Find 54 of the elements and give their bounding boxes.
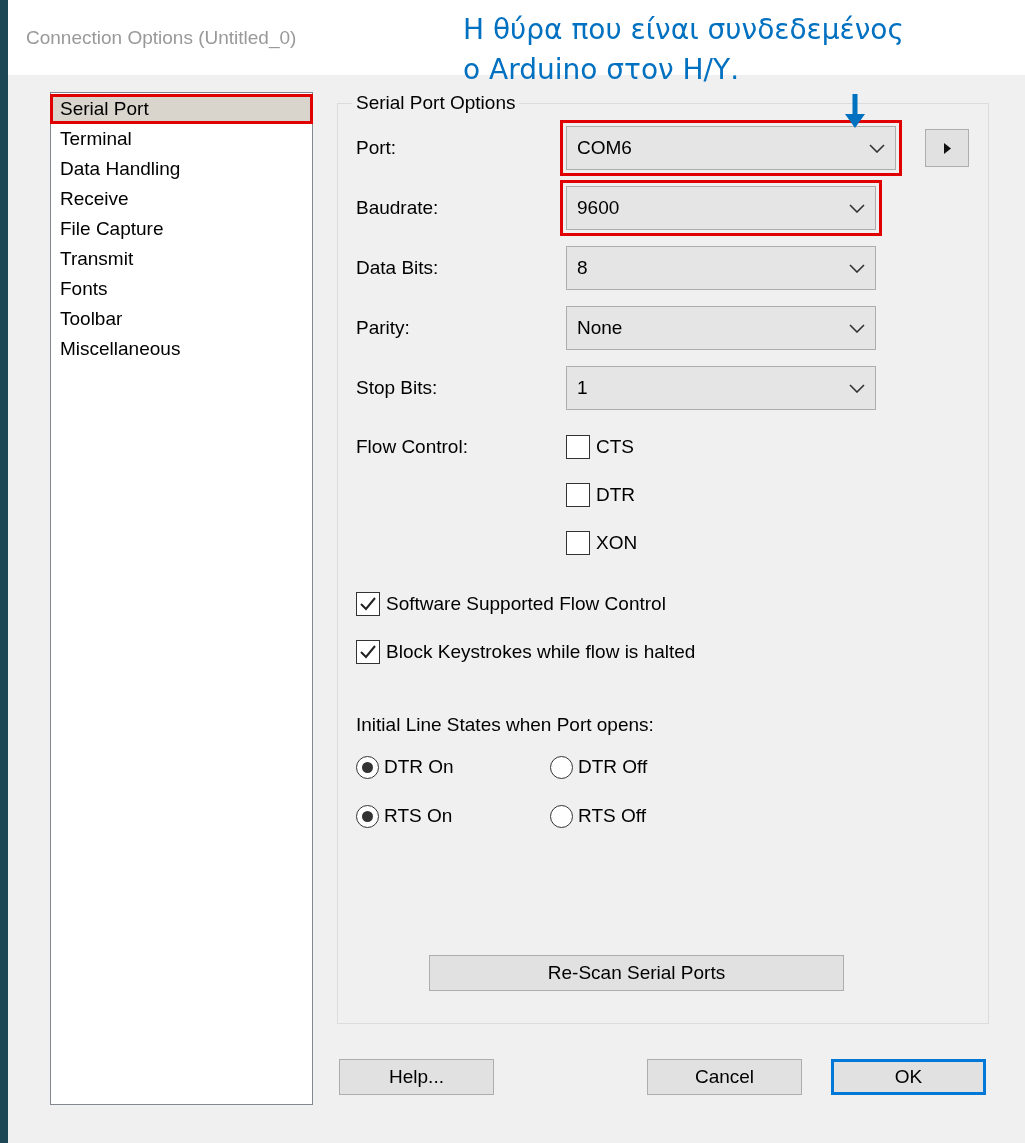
checkbox[interactable] [566,483,590,507]
annotation-text: Η θύρα που είναι συνδεδεμένος ο Arduino στον Η/Υ. [463,12,904,88]
category-item[interactable]: File Capture [50,214,313,244]
play-icon [943,142,951,154]
dialog-button[interactable]: OK [831,1059,986,1095]
checkbox[interactable] [356,592,380,616]
checkbox[interactable] [356,640,380,664]
radio-button[interactable] [356,755,379,779]
field-label: Baudrate: [356,197,440,219]
radio-label: DTR Off [578,756,648,778]
chevron-down-icon [849,263,865,273]
dropdown[interactable]: None [566,306,876,350]
checkbox-label: DTR [596,484,636,506]
checkbox[interactable] [566,435,590,459]
radio-label: RTS Off [578,805,646,827]
field-label: Stop Bits: [356,377,439,399]
window-title: Connection Options (Untitled_0) [26,26,297,49]
category-item[interactable]: Serial Port [50,94,313,124]
more-button[interactable] [925,129,969,167]
radio-button[interactable] [356,804,379,828]
category-item[interactable]: Transmit [50,244,313,274]
field-label: Parity: [356,317,411,339]
down-arrow-icon [843,94,867,130]
category-item[interactable]: Miscellaneous [50,334,313,364]
dropdown[interactable]: 1 [566,366,876,410]
checkbox-label: Software Supported Flow Control [386,593,666,615]
field-label: Port: [356,137,398,159]
dialog-button[interactable]: Cancel [647,1059,802,1095]
category-item[interactable]: Receive [50,184,313,214]
rescan-button[interactable]: Re-Scan Serial Ports [429,955,844,991]
dialog-button[interactable]: Help... [339,1059,494,1095]
field-label: Data Bits: [356,257,440,279]
checkbox[interactable] [566,531,590,555]
dropdown[interactable]: 9600 [566,186,876,230]
checkbox-label: XON [596,532,638,554]
radio-button[interactable] [550,755,573,779]
group-title: Serial Port Options [355,92,517,114]
checkbox-label: CTS [596,436,634,458]
chevron-down-icon [849,383,865,393]
category-item[interactable]: Fonts [50,274,313,304]
section-label: Initial Line States when Port opens: [356,714,654,736]
field-label: Flow Control: [356,436,469,458]
chevron-down-icon [869,143,885,153]
checkbox-label: Block Keystrokes while flow is halted [386,641,696,663]
radio-label: DTR On [384,756,454,778]
radio-button[interactable] [550,804,573,828]
category-item[interactable]: Terminal [50,124,313,154]
dropdown[interactable]: 8 [566,246,876,290]
category-item[interactable]: Data Handling [50,154,313,184]
radio-label: RTS On [384,805,453,827]
chevron-down-icon [849,323,865,333]
chevron-down-icon [849,203,865,213]
dropdown[interactable]: COM6 [566,126,896,170]
category-item[interactable]: Toolbar [50,304,313,334]
